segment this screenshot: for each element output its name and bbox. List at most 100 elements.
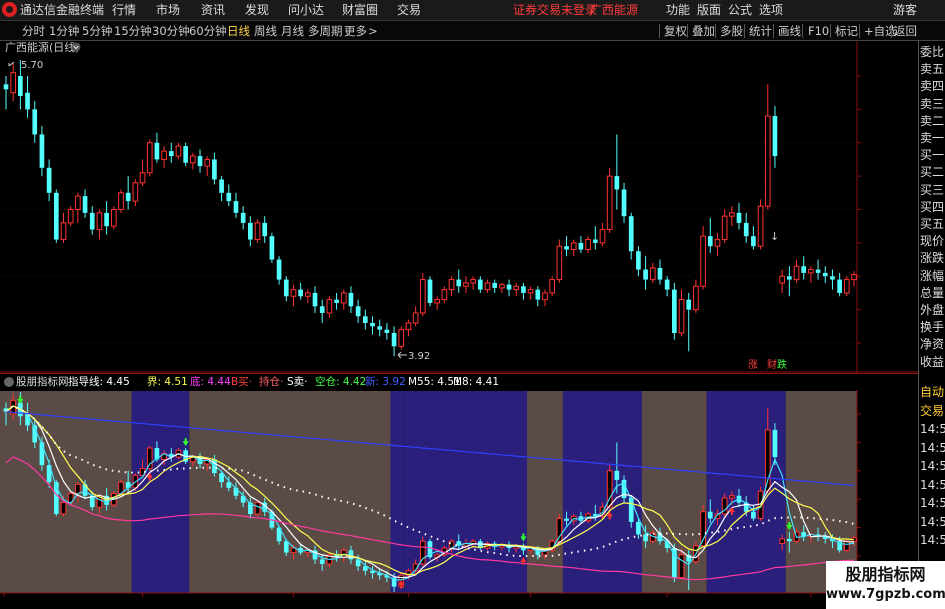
quote-field-label: 卖一 [920, 131, 945, 145]
candle-body [606, 175, 613, 231]
chart-dropdown-icon[interactable] [71, 42, 81, 52]
candle-body [808, 269, 814, 274]
candle-body [463, 282, 469, 287]
candle-body [46, 167, 52, 193]
candle-body [556, 245, 563, 281]
candle-body [139, 172, 146, 184]
candle-body [678, 554, 685, 579]
quote-field-label: 委比 [920, 45, 945, 59]
candle-body [132, 182, 139, 202]
candle-body [419, 279, 426, 314]
indicator-item: 空仓: 4.42 [315, 376, 366, 389]
regime-band [562, 391, 642, 593]
candle-body [649, 267, 656, 281]
candle-body [75, 483, 81, 495]
indicator-item-value: 4.41 [475, 376, 500, 388]
candle-body [643, 269, 648, 280]
indicator-item: 底: 4.44 [190, 376, 231, 389]
candle-body [830, 276, 835, 280]
candle-body [801, 266, 807, 273]
time-label: 14:56 [920, 422, 945, 436]
candle-body [212, 159, 217, 180]
candle-body [340, 292, 347, 304]
candle-body [125, 192, 131, 202]
indicator-item-value: 4.45 [106, 376, 130, 388]
candle-body [262, 222, 268, 237]
candle-body [786, 538, 792, 542]
indicator-item-label: 指导线: [68, 376, 107, 388]
candle-body [67, 209, 74, 224]
candle-body [851, 274, 857, 281]
candle-body [334, 299, 339, 303]
indicator-item-label: 持仓· [259, 376, 284, 388]
candle-body [384, 329, 390, 333]
mark-arrow-icon: ↓ [770, 230, 779, 243]
candle-body [25, 414, 30, 426]
candle-body [248, 222, 253, 240]
candle-body [3, 84, 9, 90]
quote-field-label: 买一 [920, 148, 945, 163]
indicator-item-label: M55: [408, 376, 438, 388]
candle-body [60, 502, 67, 515]
tag-zhang: 涨 [748, 359, 758, 371]
candle-body [427, 279, 433, 303]
indicator-settings-icon[interactable] [4, 377, 14, 387]
watermark-title: 股朋指标网 [845, 565, 926, 584]
indicator-item: B买· [231, 376, 252, 389]
quote-sidebar: 委比 卖五 卖四 卖三 卖二 卖一 买一 买二 买三 买四 买五 现价 涨跌 涨幅 总量 外盘 换手 净资 收益 自动… [918, 41, 945, 609]
indicator-item-label: 界: [147, 376, 165, 388]
main-chart-title: 广西能源(日线) [5, 40, 80, 54]
candle-body [104, 212, 109, 227]
candle-body [168, 151, 174, 157]
candle-body [585, 239, 591, 251]
candle-body [154, 142, 160, 160]
candle-body [614, 470, 620, 480]
quote-field-label: 收益 [920, 354, 945, 369]
candle-body [190, 155, 196, 164]
candle-body [312, 292, 318, 307]
candle-body [736, 212, 742, 223]
candle-body [636, 251, 641, 270]
candle-body [204, 158, 211, 167]
time-label: 14:56 [920, 496, 945, 510]
auto-trade-label[interactable]: 交易 [920, 404, 944, 418]
candle-body [484, 282, 491, 291]
candle-body [283, 541, 289, 553]
indicator-item-value: 4.51 [164, 376, 188, 388]
candle-body [441, 289, 448, 301]
candle-body [843, 279, 850, 294]
indicator-item: M8: 4.41 [453, 376, 499, 389]
time-label: 14:56 [920, 514, 945, 529]
indicator-item-label: 新: [365, 376, 383, 388]
candle-body [377, 326, 383, 330]
tag-cai: 财 [767, 358, 777, 371]
candle-body [146, 142, 153, 174]
candle-body [843, 540, 850, 551]
candle-body [240, 212, 246, 223]
candle-body [664, 279, 670, 290]
auto-trade-label[interactable]: 自动 [920, 385, 944, 399]
indicator-item-label: S卖· [287, 376, 308, 388]
candle-body [764, 115, 771, 207]
regime-band [131, 391, 190, 593]
candle-body [614, 176, 620, 190]
candle-body [527, 289, 534, 294]
candle-body [628, 216, 634, 252]
time-label: 14:56 [920, 533, 945, 547]
candle-body [362, 316, 368, 323]
kline-chart[interactable]: 广西能源(日线) 5.70 3.92 涨 财 跌 ↓ [0, 0, 918, 609]
indicator-item-value: 4.42 [342, 376, 367, 388]
indicator-name[interactable]: 股朋指标网 [16, 376, 69, 389]
candle-body [535, 289, 541, 300]
candle-body [254, 502, 261, 515]
candle-body [757, 205, 764, 247]
candle-body [815, 269, 821, 273]
candle-body [564, 246, 569, 250]
candle-body [60, 222, 67, 241]
candle-body [197, 156, 203, 167]
candle-body [146, 447, 153, 470]
candle-body [693, 285, 699, 311]
watermark: 股朋指标网 www.7gpzb.com [826, 561, 945, 609]
candle-body [751, 236, 756, 247]
low-arrow-icon [397, 351, 407, 359]
